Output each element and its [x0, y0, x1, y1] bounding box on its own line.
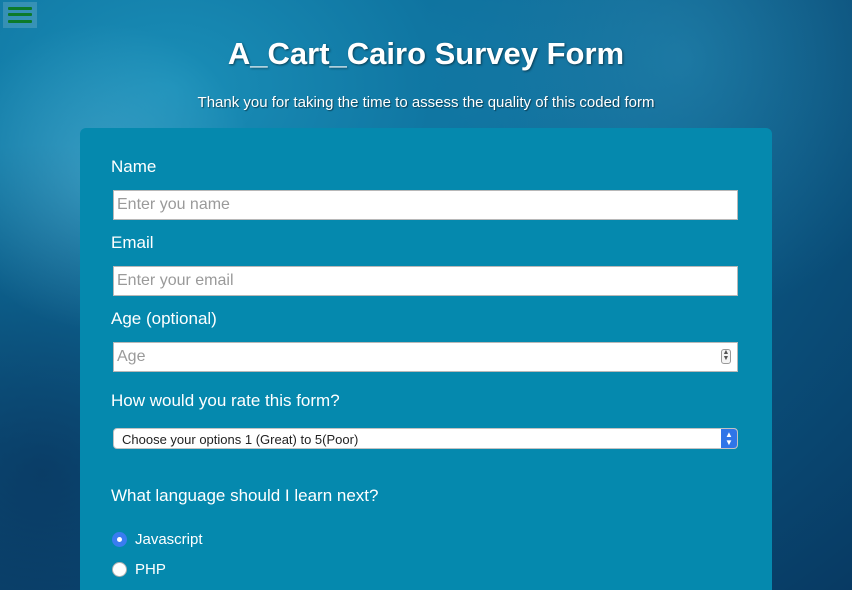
- page-subtitle: Thank you for taking the time to assess …: [197, 94, 655, 111]
- menu-bar: [8, 20, 32, 24]
- radio-label-javascript: Javascript: [135, 531, 203, 548]
- chevron-updown-icon: ▲ ▼: [721, 429, 737, 448]
- rating-select-value: Choose your options 1 (Great) to 5(Poor): [122, 432, 359, 447]
- menu-bar: [8, 13, 32, 17]
- language-label: What language should I learn next?: [111, 486, 379, 505]
- rating-select[interactable]: Choose your options 1 (Great) to 5(Poor)…: [113, 428, 738, 449]
- radio-button[interactable]: [112, 562, 127, 577]
- radio-option-javascript[interactable]: Javascript: [112, 531, 203, 548]
- page-title: A_Cart_Cairo Survey Form: [227, 36, 625, 71]
- rating-label: How would you rate this form?: [111, 391, 340, 410]
- hamburger-menu-icon[interactable]: [3, 2, 37, 28]
- email-label: Email: [111, 233, 154, 252]
- name-input[interactable]: [113, 190, 738, 220]
- survey-form: Name Email Age (optional) ▲▼ How would y…: [80, 128, 772, 590]
- age-label: Age (optional): [111, 309, 217, 328]
- name-label: Name: [111, 157, 157, 176]
- email-input[interactable]: [113, 266, 738, 296]
- age-input[interactable]: [113, 342, 738, 372]
- radio-button-checked[interactable]: [112, 532, 127, 547]
- radio-label-php: PHP: [135, 561, 166, 578]
- age-stepper-icon[interactable]: ▲ ▼: [721, 349, 731, 364]
- radio-option-php[interactable]: PHP: [112, 561, 166, 578]
- menu-bar: [8, 6, 32, 10]
